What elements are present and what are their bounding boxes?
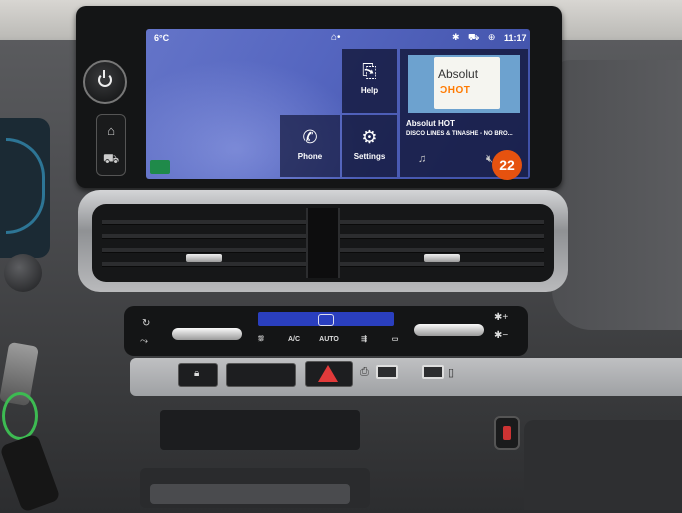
keyring	[2, 392, 38, 440]
power-socket[interactable]	[494, 416, 520, 450]
side-tray	[524, 420, 682, 510]
station-logo: Absolut ƆHOT	[434, 57, 500, 109]
gear-icon: ⚙	[361, 127, 378, 147]
home-page-indicator[interactable]: ⌂•	[331, 32, 341, 43]
logo-line-2: ƆHOT	[440, 85, 471, 96]
defrost-icon[interactable]: ⛆	[250, 333, 272, 347]
phone-label: Phone	[297, 152, 323, 161]
hardware-buttons: ⌂ ⛟	[96, 114, 126, 176]
number-badge: 22	[492, 150, 522, 180]
battery-icon: ▯	[448, 367, 455, 379]
temperature-slider-left[interactable]	[172, 328, 242, 340]
track-title: DISCO LINES & TINASHE - NO BRO...	[406, 131, 513, 137]
climate-display	[258, 312, 394, 326]
recirculation-icon[interactable]: ↻	[142, 318, 150, 329]
settings-label: Settings	[353, 152, 386, 161]
vent-tab-left[interactable]	[186, 254, 222, 262]
hazard-icon	[318, 365, 338, 382]
instrument-cluster	[0, 118, 50, 258]
auto-button[interactable]: AUTO	[314, 333, 344, 347]
phone-icon: ✆	[302, 127, 318, 147]
help-tile[interactable]: ⎘ Help	[342, 49, 397, 113]
airflow-icon[interactable]: ⇶	[352, 333, 376, 347]
status-icons: ✱ ⛟ ⊕	[452, 32, 499, 42]
vent-divider	[306, 208, 340, 278]
power-icon	[98, 70, 112, 87]
settings-tile[interactable]: ⚙ Settings	[342, 115, 397, 177]
phone-tile[interactable]: ✆ Phone	[280, 115, 340, 177]
fan-direction-icon[interactable]: ⤳	[140, 336, 148, 347]
logo-line-1: Absolut	[438, 67, 479, 81]
usb-port-2[interactable]	[422, 365, 444, 379]
station-artwork: Absolut ƆHOT	[408, 55, 520, 113]
help-label: Help	[360, 86, 379, 95]
fan-increase-icon[interactable]: ✱+	[494, 312, 508, 323]
outside-temperature: 6°C	[154, 33, 170, 43]
lock-icon: 🔒︎	[194, 368, 200, 379]
station-name: Absolut HOT	[406, 119, 455, 128]
screen-side-controls: ⌂ ⛟	[80, 60, 132, 180]
clock: 11:17	[504, 33, 527, 43]
volume-power-knob[interactable]	[83, 60, 127, 104]
book-icon: ⎘	[362, 61, 377, 81]
temperature-slider-right[interactable]	[414, 324, 484, 336]
rear-defrost-icon[interactable]: ▭	[384, 333, 406, 347]
usb-c-icon: ⎙	[360, 366, 369, 378]
infotainment-screen: 6°C ⌂• ✱ ⛟ ⊕ 11:17 ⎘ Help ✆ Phone ⚙ Sett…	[146, 29, 530, 179]
glovebox-handle[interactable]	[150, 484, 350, 504]
ac-button[interactable]: A/C	[282, 333, 306, 347]
app-indicator	[150, 160, 170, 174]
vent-tab-right[interactable]	[424, 254, 460, 262]
light-switch-knob[interactable]	[4, 254, 42, 292]
dashboard-right-panel	[552, 60, 682, 330]
blank-switches[interactable]	[226, 363, 296, 387]
music-icon[interactable]: ♫	[418, 153, 426, 165]
fan-decrease-icon[interactable]: ✱−	[494, 330, 508, 341]
storage-cubby	[160, 410, 360, 450]
status-bar: 6°C ⌂• ✱ ⛟ ⊕ 11:17	[146, 29, 530, 47]
car-icon[interactable]: ⛟	[101, 147, 121, 171]
home-icon[interactable]: ⌂	[101, 119, 121, 143]
usb-port-1[interactable]	[376, 365, 398, 379]
